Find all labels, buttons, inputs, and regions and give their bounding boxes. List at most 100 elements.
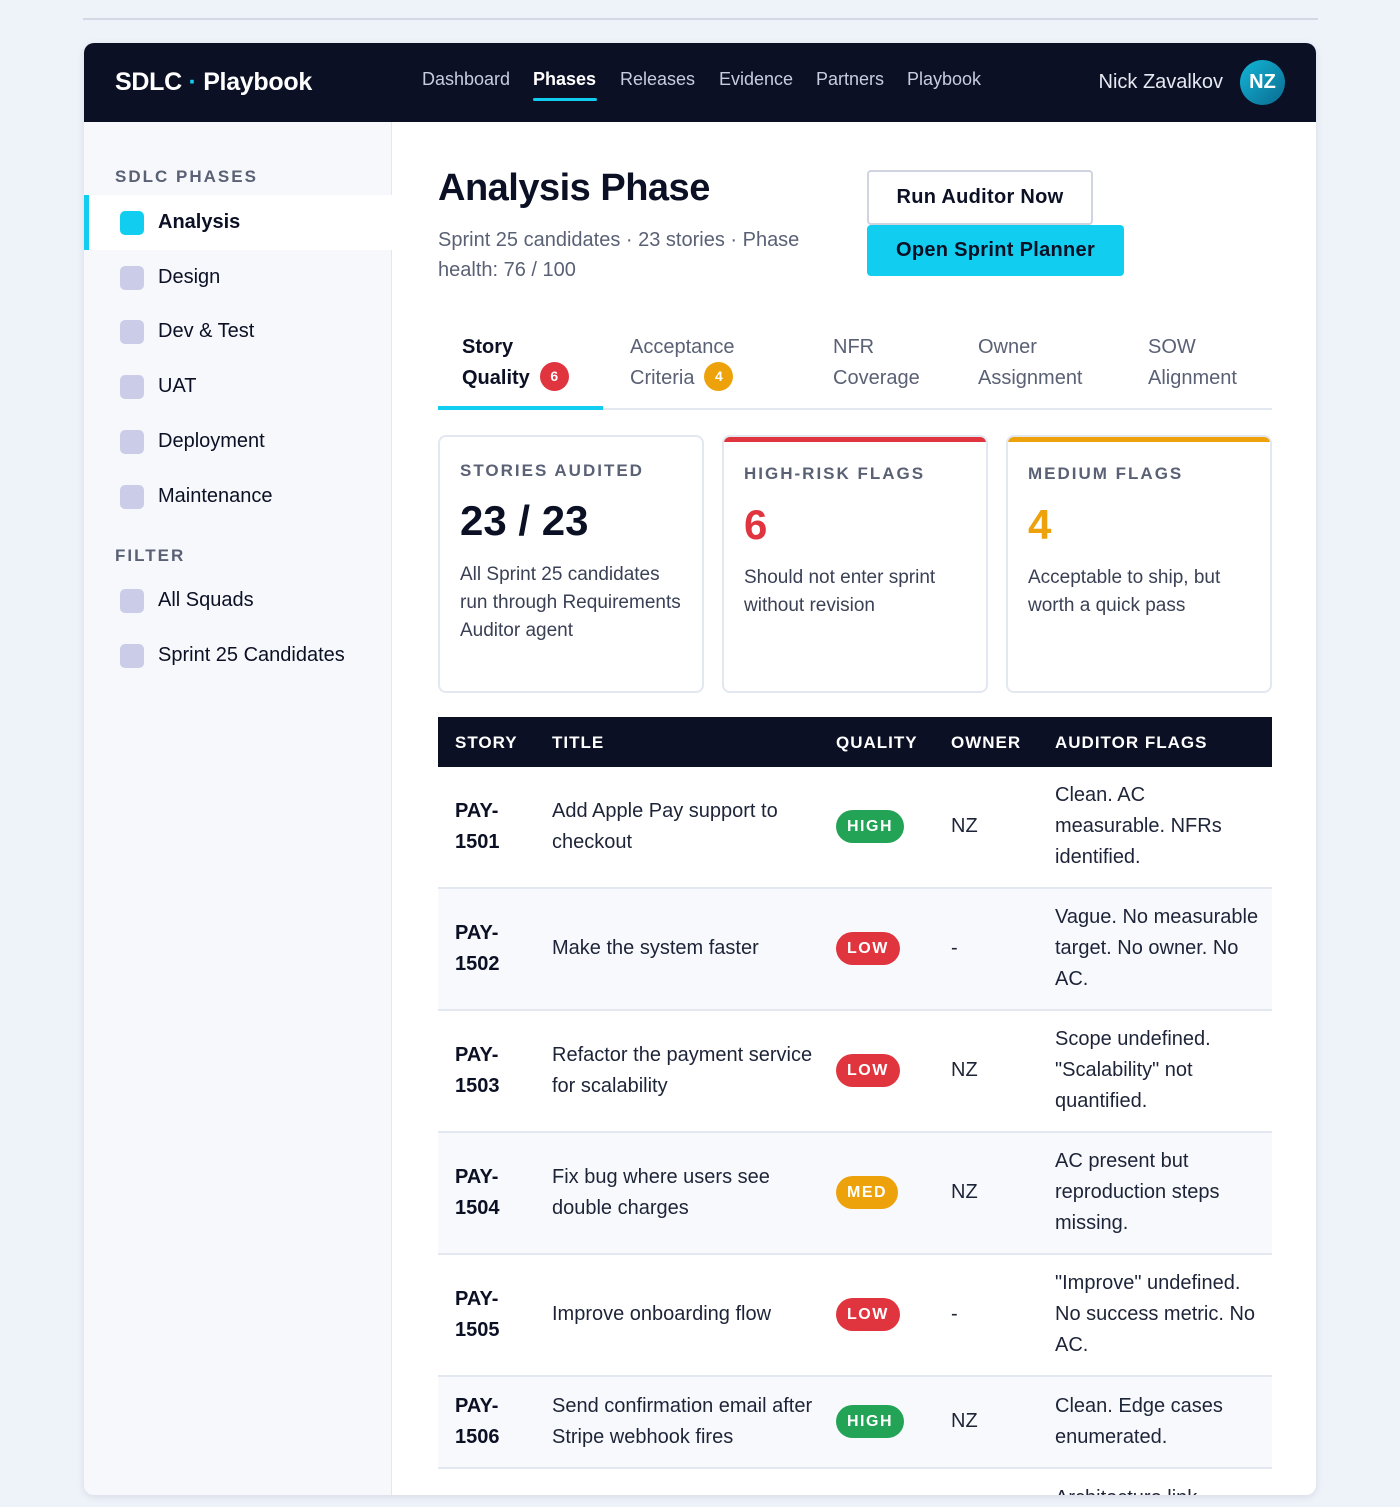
user-name[interactable]: Nick Zavalkov	[1099, 71, 1223, 94]
sidebar-item-label: Deployment	[158, 430, 265, 452]
tab-label: Owner	[978, 336, 1037, 358]
tab-count-badge: 6	[539, 362, 569, 392]
avatar[interactable]: NZ	[1240, 60, 1285, 105]
checkbox-icon	[120, 375, 144, 399]
nav-releases[interactable]: Releases	[620, 69, 695, 90]
story-id[interactable]: PAY- 1505	[455, 1284, 535, 1346]
top-nav-bar: SDLC · Playbook Dashboard Phases Release…	[84, 43, 1316, 122]
table-row[interactable]: PAY- 1504 Fix bug where users see double …	[438, 1133, 1272, 1255]
sidebar-item-label: UAT	[158, 375, 197, 397]
card-value: 6	[744, 501, 768, 548]
col-header-quality[interactable]: QUALITY	[836, 733, 918, 753]
tab-label: Criteria	[630, 367, 695, 389]
nav-evidence[interactable]: Evidence	[719, 69, 793, 90]
sidebar-item-deployment[interactable]: Deployment	[84, 414, 392, 469]
open-sprint-planner-button[interactable]: Open Sprint Planner	[867, 225, 1124, 276]
col-header-owner[interactable]: OWNER	[951, 733, 1021, 753]
sidebar-item-dev-test[interactable]: Dev & Test	[84, 304, 392, 359]
sidebar-item-all-squads[interactable]: All Squads	[84, 573, 392, 628]
auditor-flags: Clean. Edge cases enumerated.	[1055, 1395, 1223, 1448]
card-stories-audited: STORIES AUDITED 23 / 23 All Sprint 25 ca…	[438, 435, 704, 693]
sidebar-item-analysis[interactable]: Analysis	[84, 195, 392, 250]
nav-partners[interactable]: Partners	[816, 69, 884, 90]
card-label: MEDIUM FLAGS	[1028, 464, 1184, 483]
sidebar-item-sprint-25[interactable]: Sprint 25 Candidates	[84, 628, 392, 683]
card-medium-flags: MEDIUM FLAGS 4 Acceptable to ship, but w…	[1006, 435, 1272, 693]
sidebar-heading-filter: FILTER	[115, 546, 186, 565]
col-header-title[interactable]: TITLE	[552, 733, 604, 753]
brand-logo[interactable]: SDLC · Playbook	[115, 68, 312, 97]
sidebar-item-design[interactable]: Design	[84, 250, 392, 305]
page-subtitle: Sprint 25 candidates · 23 stories · Phas…	[438, 229, 800, 281]
nav-active-indicator	[533, 98, 597, 101]
auditor-flags: "Improve" undefined. No success metric. …	[1055, 1272, 1256, 1356]
story-title: Fix bug where users see double charges	[552, 1166, 770, 1219]
nav-playbook[interactable]: Playbook	[907, 69, 981, 90]
story-id[interactable]: PAY- 1504	[455, 1162, 535, 1224]
col-header-auditor-flags[interactable]: AUDITOR FLAGS	[1055, 733, 1207, 753]
auditor-flags: AC present but reproduction steps missin…	[1055, 1150, 1220, 1234]
table-header: STORY TITLE QUALITY OWNER AUDITOR FLAGS	[438, 717, 1272, 767]
sidebar-item-label: All Squads	[158, 589, 254, 611]
sidebar-item-uat[interactable]: UAT	[84, 359, 392, 414]
story-id[interactable]: PAY- 1506	[455, 1391, 535, 1453]
card-description: All Sprint 25 candidates run through Req…	[460, 564, 681, 641]
quality-badge: LOW	[836, 1298, 900, 1331]
col-header-story[interactable]: STORY	[455, 733, 518, 753]
tab-nfr-coverage[interactable]: NFR Coverage	[833, 332, 920, 394]
nav-phases[interactable]: Phases	[533, 69, 596, 90]
card-label: HIGH-RISK FLAGS	[744, 464, 926, 483]
story-id-number: 1504	[455, 1197, 500, 1219]
nav-dashboard[interactable]: Dashboard	[422, 69, 510, 90]
brand-separator: ·	[181, 68, 204, 96]
tab-owner-assignment[interactable]: Owner Assignment	[978, 332, 1083, 394]
sidebar-item-maintenance[interactable]: Maintenance	[84, 469, 392, 524]
story-owner: NZ	[951, 1181, 978, 1203]
sidebar-item-label: Maintenance	[158, 485, 273, 507]
table-row[interactable]: PAY- 1503 Refactor the payment service fo…	[438, 1011, 1272, 1133]
tab-bar: Story Quality 6 Acceptance Criteria 4 NFR …	[438, 322, 1272, 410]
run-auditor-button[interactable]: Run Auditor Now	[867, 170, 1093, 225]
card-accent-bar	[724, 437, 986, 442]
checkbox-icon	[120, 211, 144, 235]
quality-badge: LOW	[836, 1054, 900, 1087]
sidebar-item-label: Design	[158, 266, 221, 288]
auditor-flags: Clean. AC measurable. NFRs identified.	[1055, 784, 1222, 868]
story-owner: NZ	[951, 1410, 978, 1432]
story-id[interactable]: PAY- 1502	[455, 918, 535, 980]
tab-label: Quality	[462, 367, 530, 389]
tab-label: SOW	[1148, 336, 1196, 358]
table-row[interactable]: Architecture link	[438, 1469, 1272, 1495]
tab-label: Story	[462, 336, 514, 358]
table-row[interactable]: PAY- 1505 Improve onboarding flow LOW - "…	[438, 1255, 1272, 1377]
table-row[interactable]: PAY- 1502 Make the system faster LOW - Va…	[438, 889, 1272, 1011]
sidebar-item-label: Dev & Test	[158, 320, 255, 342]
sidebar-item-label: Sprint 25 Candidates	[158, 644, 345, 666]
quality-badge: LOW	[836, 932, 900, 965]
story-id-number: 1502	[455, 953, 500, 975]
story-id[interactable]: PAY- 1501	[455, 796, 535, 858]
sidebar-heading-phases: SDLC PHASES	[115, 167, 258, 186]
tab-story-quality[interactable]: Story Quality 6	[462, 332, 569, 394]
checkbox-icon	[120, 485, 144, 509]
sidebar: SDLC PHASES Analysis Design Dev & Test U…	[84, 122, 392, 1495]
table-row[interactable]: PAY- 1501 Add Apple Pay support to checko…	[438, 767, 1272, 889]
story-id-number: 1501	[455, 831, 500, 853]
checkbox-icon	[120, 589, 144, 613]
story-title: Refactor the payment service for scalabi…	[552, 1044, 813, 1097]
card-description: Should not enter sprint without revision	[744, 567, 936, 616]
story-id-prefix: PAY-	[455, 1395, 499, 1417]
quality-badge: MED	[836, 1176, 899, 1209]
table-row[interactable]: PAY- 1506 Send confirmation email after S…	[438, 1377, 1272, 1469]
brand-name-left: SDLC	[115, 68, 182, 96]
story-id-number: 1506	[455, 1426, 500, 1448]
story-id-prefix: PAY-	[455, 1166, 499, 1188]
story-owner: -	[951, 1303, 958, 1325]
tab-acceptance-criteria[interactable]: Acceptance Criteria 4	[630, 332, 735, 394]
story-id[interactable]: PAY- 1503	[455, 1040, 535, 1102]
tab-sow-alignment[interactable]: SOW Alignment	[1148, 332, 1237, 394]
card-value: 4	[1028, 501, 1052, 548]
story-id-number: 1503	[455, 1075, 500, 1097]
auditor-flags: Vague. No measurable target. No owner. N…	[1055, 906, 1259, 990]
story-title: Add Apple Pay support to checkout	[552, 800, 778, 853]
